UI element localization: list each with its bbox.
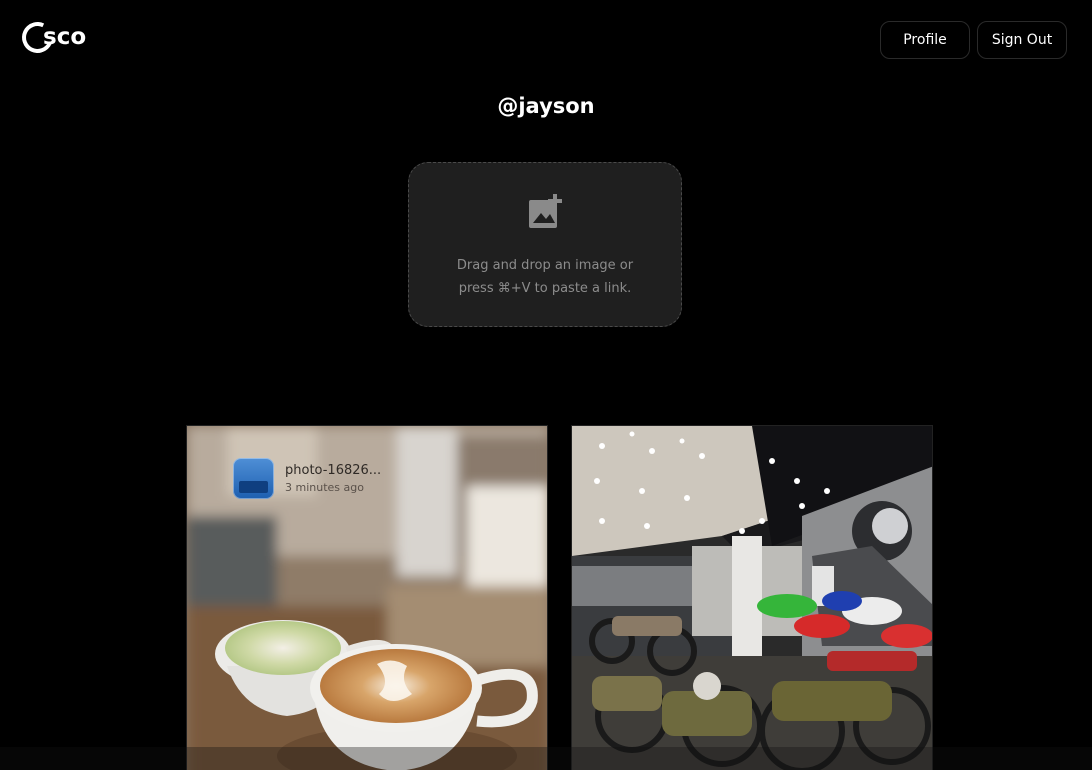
dropzone-line-1: Drag and drop an image or [456, 258, 634, 273]
profile-handle: @jayson [497, 94, 595, 118]
app-logo[interactable]: sco [17, 17, 86, 57]
motorcycle-museum-photo [572, 426, 932, 770]
dropzone-instructions: Drag and drop an image or press ⌘+V to p… [409, 254, 681, 300]
bottom-bar [0, 747, 1092, 770]
file-info: photo-16826... 3 minutes ago [233, 458, 381, 499]
file-thumbnail-icon [233, 458, 274, 499]
dropzone-line-2: press ⌘+V to paste a link. [458, 281, 632, 296]
add-photo-icon [529, 194, 562, 228]
profile-button[interactable]: Profile [880, 21, 970, 59]
page: sco Profile Sign Out @jayson Drag and dr… [0, 0, 1092, 770]
gallery-card-motorcycles[interactable] [571, 425, 933, 770]
file-timestamp: 3 minutes ago [285, 481, 364, 494]
sign-out-button[interactable]: Sign Out [977, 21, 1067, 59]
file-name: photo-16826... [285, 463, 382, 478]
gallery-card-latte[interactable]: photo-16826... 3 minutes ago [186, 425, 548, 770]
image-dropzone[interactable]: Drag and drop an image or press ⌘+V to p… [408, 162, 682, 327]
